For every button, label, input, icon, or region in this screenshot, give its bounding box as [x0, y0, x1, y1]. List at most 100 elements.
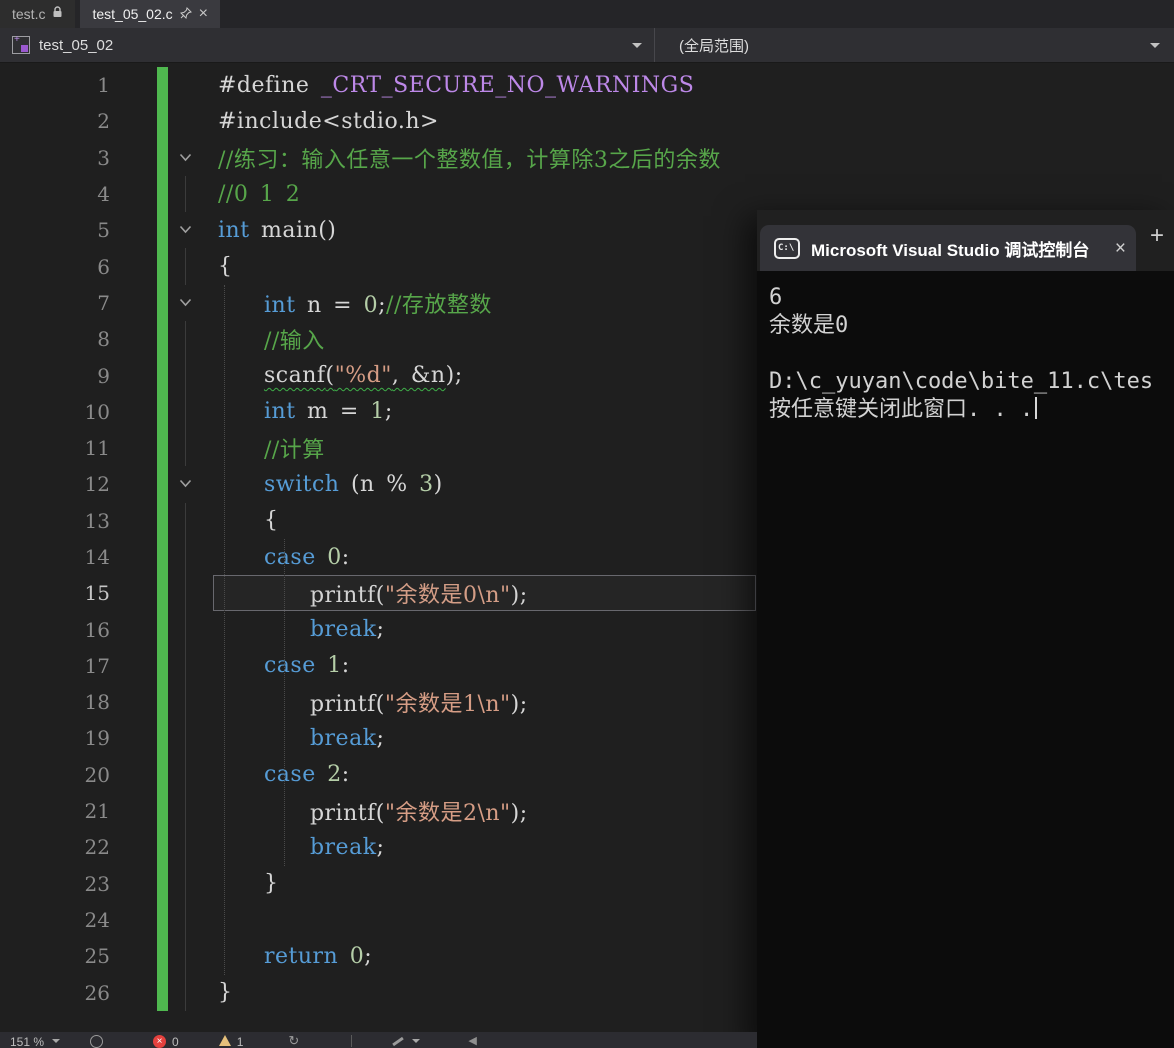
- code-token: ;: [364, 943, 373, 969]
- code-token: }: [218, 871, 279, 897]
- line-number: 9: [97, 363, 110, 388]
- console-line: 6: [769, 285, 783, 310]
- line-number: 2: [97, 109, 110, 134]
- line-number: 25: [84, 944, 110, 969]
- fold-chevron-icon[interactable]: [179, 149, 192, 167]
- fold-margin: [168, 720, 202, 757]
- error-icon[interactable]: ×: [153, 1035, 167, 1048]
- fold-margin[interactable]: [168, 212, 202, 248]
- code-token: {: [218, 254, 233, 280]
- fold-margin: [168, 974, 202, 1011]
- console-line: 按任意键关闭此窗口. . .: [769, 396, 1174, 424]
- code-line[interactable]: 1 #define _CRT_SECURE_NO_WARNINGS: [0, 67, 1174, 104]
- debug-console-window[interactable]: C:\ Microsoft Visual Studio 调试控制台 × + 6 余…: [757, 210, 1174, 1048]
- code-line[interactable]: 3 //练习：输入任意一个整数值，计算除3之后的余数: [0, 139, 1174, 176]
- chevron-down-icon: [412, 1039, 421, 1043]
- code-token: 0: [349, 943, 365, 969]
- fold-margin: [168, 248, 202, 285]
- new-tab-icon[interactable]: +: [1150, 224, 1164, 248]
- change-tracking-bar: [157, 684, 168, 721]
- code-token: m =: [295, 399, 371, 425]
- scope-dropdown[interactable]: (全局范围): [655, 28, 1174, 62]
- fold-margin: [168, 611, 202, 648]
- fold-chevron-icon[interactable]: [179, 221, 192, 239]
- code-line[interactable]: 2 #include<stdio.h>: [0, 103, 1174, 140]
- code-line[interactable]: 4 //0 1 2: [0, 175, 1174, 213]
- warning-icon[interactable]: [218, 1035, 231, 1046]
- fold-margin: [168, 357, 202, 394]
- fold-margin[interactable]: [168, 285, 202, 321]
- line-number: 17: [84, 653, 110, 678]
- line-number: 21: [84, 799, 110, 824]
- health-indicator-icon[interactable]: [90, 1035, 104, 1048]
- document-tab-bar: test.c test_05_02.c ×: [0, 0, 1174, 28]
- code-cleanup-icon[interactable]: [392, 1036, 405, 1047]
- scope-dropdown-label: (全局范围): [679, 37, 749, 55]
- code-token: printf(: [218, 692, 385, 718]
- change-tracking-bar: [157, 647, 168, 685]
- code-token: );: [510, 692, 528, 718]
- change-tracking-bar: [157, 175, 168, 213]
- fold-margin: [168, 103, 202, 139]
- code-token: ;: [378, 292, 387, 318]
- code-token: ;: [376, 617, 385, 643]
- close-icon[interactable]: ×: [1115, 239, 1126, 258]
- zoom-level[interactable]: 151 %: [10, 1035, 44, 1048]
- code-token: 1: [370, 399, 385, 425]
- code-token: n =: [295, 292, 364, 318]
- warning-count[interactable]: 1: [237, 1035, 244, 1048]
- fold-chevron-icon[interactable]: [179, 294, 192, 312]
- code-token: "余数是1\n": [384, 692, 511, 718]
- close-icon[interactable]: ×: [199, 6, 208, 22]
- code-token: 0: [327, 544, 342, 570]
- chevron-down-icon: [632, 42, 642, 48]
- tab-test-05-02-c[interactable]: test_05_02.c ×: [80, 0, 220, 28]
- code-token: (: [325, 363, 335, 389]
- code-token: );: [510, 583, 528, 609]
- text-cursor: [1035, 397, 1038, 419]
- fold-margin: [168, 502, 202, 539]
- change-tracking-bar: [157, 720, 168, 757]
- change-tracking-bar: [157, 139, 168, 176]
- fold-margin[interactable]: [168, 140, 202, 176]
- code-token: 1: [327, 653, 342, 679]
- tab-test-c[interactable]: test.c: [0, 0, 76, 28]
- pin-icon[interactable]: [179, 6, 192, 22]
- file-scope-dropdown[interactable]: test_05_02: [0, 28, 655, 62]
- code-token: :: [341, 762, 350, 788]
- code-token: ;: [376, 725, 385, 751]
- fold-chevron-icon[interactable]: [179, 475, 192, 493]
- code-token: 3: [419, 471, 434, 497]
- code-token: case: [263, 762, 316, 788]
- fold-guide: [184, 538, 186, 576]
- code-token: case: [263, 544, 316, 570]
- change-tracking-bar: [157, 938, 168, 975]
- line-number: 3: [97, 145, 110, 170]
- console-title-bar[interactable]: C:\ Microsoft Visual Studio 调试控制台 × +: [757, 210, 1174, 271]
- indent-guide: [224, 285, 225, 975]
- fold-guide: [184, 357, 186, 394]
- code-text: #include<stdio.h>: [202, 109, 1174, 134]
- fold-margin: [168, 321, 202, 358]
- line-number: 19: [84, 726, 110, 751]
- fold-margin[interactable]: [168, 466, 202, 502]
- code-token: return: [263, 943, 339, 969]
- console-tab[interactable]: C:\ Microsoft Visual Studio 调试控制台 ×: [760, 225, 1136, 271]
- refresh-icon[interactable]: ↻: [288, 1034, 299, 1047]
- fold-guide: [184, 575, 186, 612]
- change-tracking-bar: [157, 212, 168, 249]
- change-tracking-bar: [157, 538, 168, 576]
- line-number: 6: [97, 254, 110, 279]
- change-tracking-bar: [157, 756, 168, 793]
- fold-guide: [184, 502, 186, 539]
- scrollbar-left-arrow[interactable]: ◀: [468, 1035, 476, 1048]
- code-token: #define: [218, 72, 321, 98]
- fold-guide: [184, 756, 186, 793]
- line-number: 10: [84, 399, 110, 424]
- error-count[interactable]: 0: [172, 1035, 179, 1048]
- code-token: //输入: [263, 329, 325, 355]
